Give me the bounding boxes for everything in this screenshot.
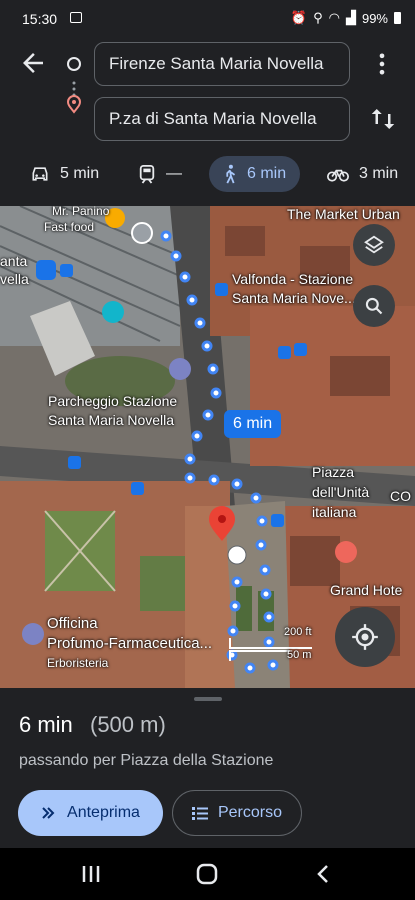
system-nav-bar bbox=[0, 848, 415, 900]
preview-label: Anteprima bbox=[67, 804, 140, 821]
tab-walk[interactable]: 6 min bbox=[209, 156, 301, 192]
route-distance: (500 m) bbox=[90, 712, 166, 737]
train-station-icon bbox=[36, 260, 56, 280]
steps-button[interactable]: Percorso bbox=[172, 790, 302, 836]
scale-feet: 200 ft bbox=[284, 626, 312, 638]
tab-car[interactable]: 5 min bbox=[30, 156, 99, 192]
home-icon[interactable] bbox=[195, 862, 219, 886]
drag-handle[interactable] bbox=[194, 697, 222, 701]
origin-circle-icon bbox=[67, 57, 81, 71]
travel-mode-tabs: 5 min — 6 min 3 min bbox=[0, 152, 415, 198]
car-icon bbox=[32, 167, 48, 181]
route-duration-badge[interactable]: 6 min bbox=[224, 410, 282, 438]
map-label-market: The Market Urban bbox=[287, 206, 400, 222]
transit-time: — bbox=[166, 165, 182, 182]
bike-icon bbox=[327, 169, 349, 182]
origin-input[interactable]: Firenze Santa Maria Novella bbox=[94, 42, 350, 86]
map-label-officina: Officina Profumo-Farmaceutica... bbox=[47, 615, 213, 652]
swap-icon[interactable] bbox=[368, 104, 398, 134]
double-chevron-icon bbox=[42, 807, 55, 819]
map-label-erboristeria: Erboristeria bbox=[47, 656, 109, 670]
bike-time: 3 min bbox=[359, 165, 399, 182]
steps-label: Percorso bbox=[217, 804, 283, 821]
car-time: 5 min bbox=[60, 165, 100, 182]
map-label-piazza: Piazza dell'Unità italiana bbox=[312, 464, 370, 520]
attraction-icon bbox=[102, 301, 124, 323]
status-icons: ⏰ ⚲ ◠ ▟ 99% bbox=[291, 10, 401, 26]
battery-icon bbox=[394, 12, 401, 24]
tab-bike[interactable]: 3 min bbox=[327, 156, 398, 192]
map-label-fast-food: Fast food bbox=[44, 220, 95, 234]
destination-input[interactable]: P.za di Santa Maria Novella bbox=[94, 97, 350, 141]
back-icon[interactable] bbox=[314, 863, 334, 885]
map-label-santa: anta vella bbox=[0, 253, 29, 287]
map-label-co: CO bbox=[390, 488, 411, 504]
search-icon bbox=[365, 297, 383, 315]
alarm-icon: ⏰ bbox=[290, 10, 308, 25]
layers-button[interactable] bbox=[353, 224, 395, 266]
more-options-icon[interactable] bbox=[368, 50, 396, 78]
status-time: 15:30 bbox=[22, 11, 58, 27]
crosshair-icon bbox=[352, 624, 378, 650]
gallery-icon bbox=[70, 12, 82, 23]
route-connector bbox=[66, 57, 82, 114]
my-location-button[interactable] bbox=[335, 607, 395, 667]
parking-icon bbox=[169, 358, 191, 380]
signal-icon: ▟ bbox=[345, 10, 356, 25]
walk-time: 6 min bbox=[247, 165, 287, 182]
shop-icon bbox=[22, 623, 44, 645]
hotel-icon bbox=[335, 541, 357, 563]
destination-dot bbox=[227, 545, 247, 565]
preview-button[interactable]: Anteprima bbox=[18, 790, 163, 836]
walk-icon bbox=[226, 164, 236, 184]
origin-marker bbox=[131, 222, 153, 244]
scale-meters: 50 m bbox=[287, 649, 312, 661]
route-duration: 6 min bbox=[19, 712, 73, 737]
list-icon bbox=[191, 807, 208, 820]
train-icon bbox=[139, 165, 155, 184]
map-label-grand-hotel: Grand Hote bbox=[330, 582, 403, 598]
layers-icon bbox=[364, 235, 384, 254]
location-icon: ⚲ bbox=[313, 10, 323, 25]
map-label-valfonda: Valfonda - Stazione Santa Maria Nove... bbox=[232, 271, 356, 306]
battery-level: 99% bbox=[361, 10, 388, 26]
map-view[interactable]: Mr. Panino Fast food anta vella The Mark… bbox=[0, 206, 415, 688]
route-via: passando per Piazza della Stazione bbox=[19, 752, 274, 769]
status-bar: 15:30 ⏰ ⚲ ◠ ▟ 99% bbox=[0, 0, 415, 38]
recent-apps-icon[interactable] bbox=[80, 863, 102, 885]
map-label-parcheggio: Parcheggio Stazione Santa Maria Novella bbox=[48, 393, 178, 428]
tab-transit[interactable]: — bbox=[138, 156, 182, 192]
map-label-farini: Mr. Panino bbox=[52, 206, 110, 218]
search-button[interactable] bbox=[353, 285, 395, 327]
back-arrow-icon[interactable] bbox=[18, 48, 48, 78]
wifi-icon: ◠ bbox=[328, 10, 340, 25]
